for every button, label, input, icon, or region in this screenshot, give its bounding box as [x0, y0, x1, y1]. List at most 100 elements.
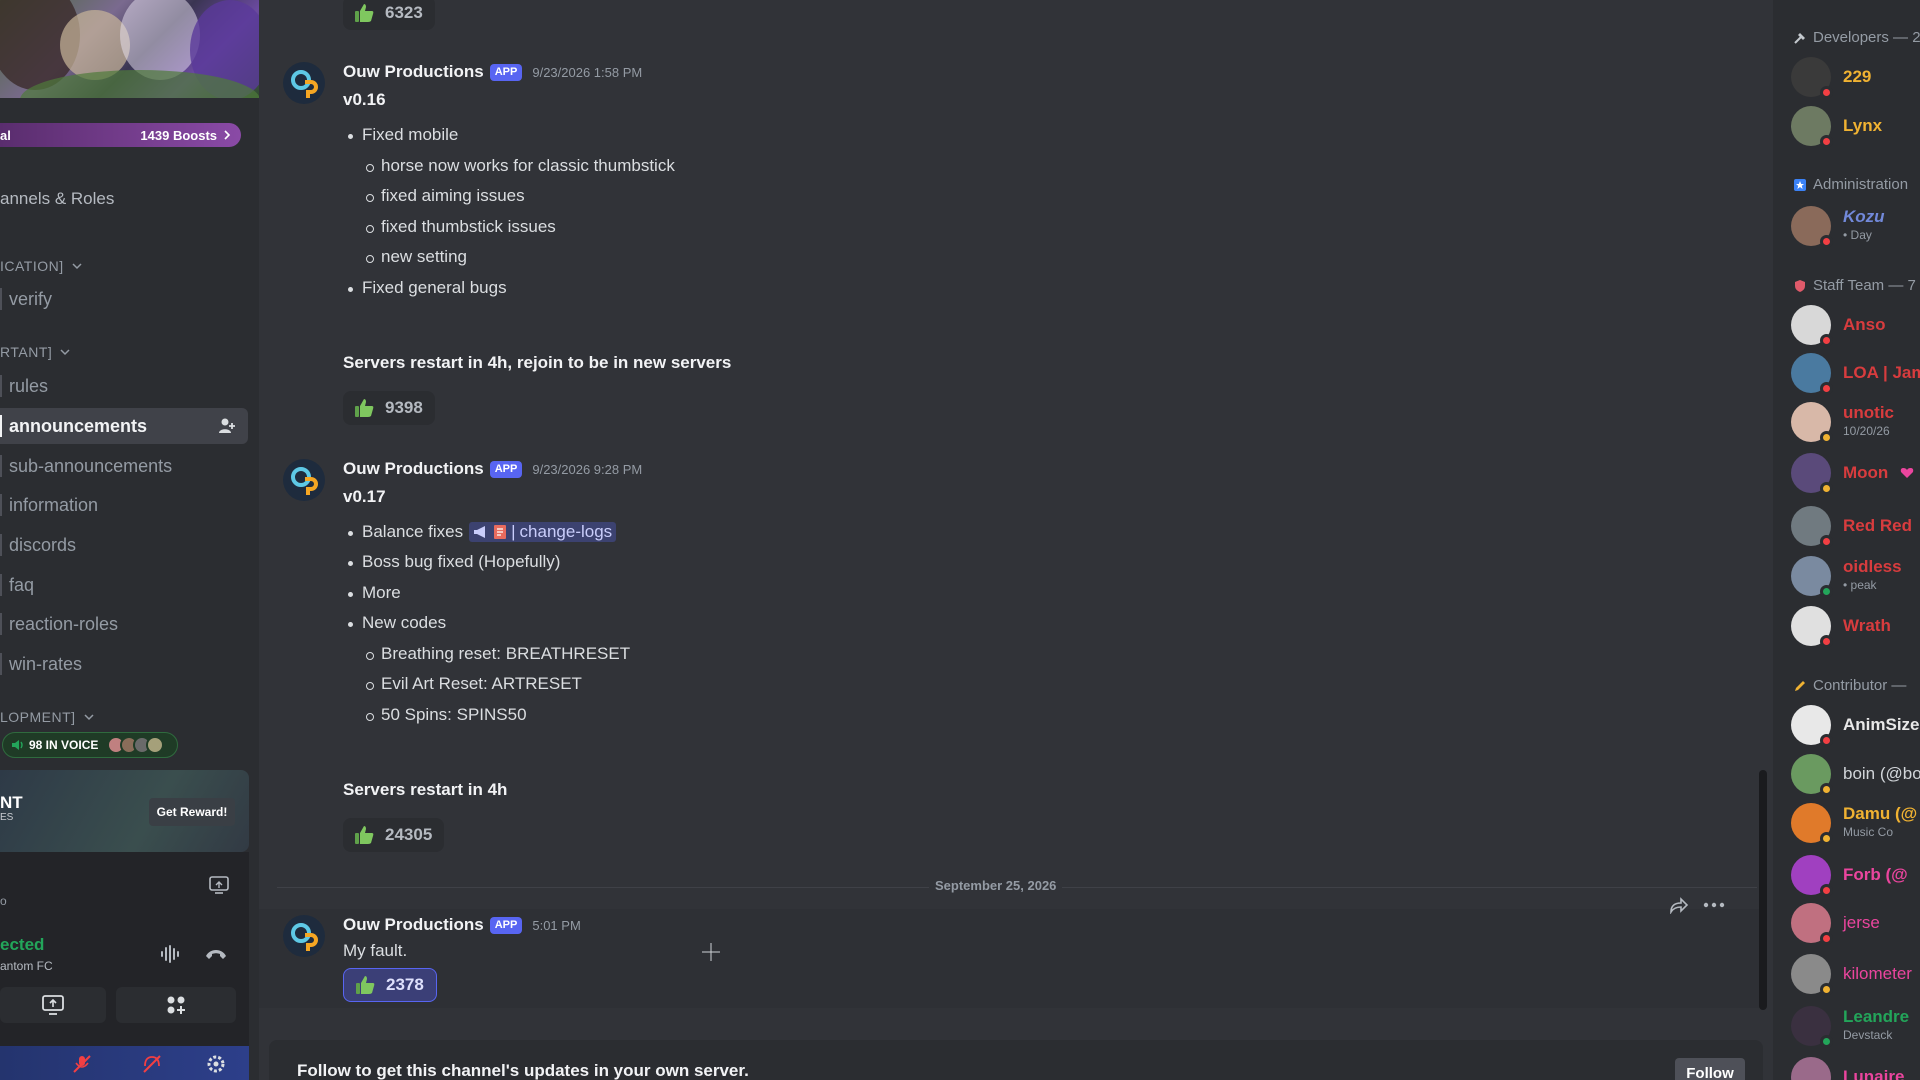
- channel-announcements[interactable]: announcements: [0, 408, 248, 444]
- avatar: [1791, 305, 1833, 347]
- noise-suppression-icon[interactable]: [160, 944, 182, 964]
- screen-share-icon[interactable]: [209, 876, 229, 894]
- member-name: kilometer: [1843, 964, 1912, 983]
- category-label: LOPMENT]: [0, 709, 76, 725]
- discord-window: al 1439 Boosts annels & Roles ICATION] v…: [0, 0, 1920, 1080]
- voice-connected-status[interactable]: ected: [0, 935, 44, 955]
- member-name: Leandre: [1843, 1007, 1910, 1026]
- author-avatar[interactable]: [283, 459, 325, 501]
- channel-reaction-roles[interactable]: reaction-roles: [0, 606, 248, 642]
- timestamp[interactable]: 9/23/2026 1:58 PM: [532, 65, 642, 80]
- channel-faq[interactable]: faq: [0, 567, 248, 603]
- member-name: oidless: [1843, 557, 1902, 576]
- activities-button[interactable]: [116, 987, 236, 1023]
- member-item[interactable]: Forb (@: [1791, 853, 1908, 897]
- member-name: Lunaire: [1843, 1067, 1905, 1080]
- role-header-staff: Staff Team — 7: [1793, 277, 1916, 294]
- version-heading: v0.17: [343, 487, 386, 506]
- channel-win-rates[interactable]: win-rates: [0, 646, 248, 682]
- channel-information[interactable]: information: [0, 487, 248, 523]
- pencil-icon: [1795, 680, 1805, 691]
- member-item[interactable]: unotic 10/20/26: [1791, 400, 1894, 444]
- member-status-text: Devstack: [1843, 1028, 1893, 1042]
- category-important[interactable]: RTANT]: [0, 344, 70, 360]
- chat-scrollbar[interactable]: [1759, 770, 1767, 1010]
- boost-server-name: al: [0, 127, 11, 143]
- role-label: Administration: [1813, 176, 1909, 193]
- member-item[interactable]: LOA | Jam: [1791, 351, 1920, 395]
- voice-count: 98 IN VOICE: [29, 738, 99, 752]
- channel-verify[interactable]: verify: [0, 281, 248, 317]
- follow-button[interactable]: Follow: [1675, 1058, 1745, 1080]
- member-item[interactable]: oidless • peak: [1791, 554, 1902, 598]
- channel-label: reaction-roles: [9, 613, 119, 634]
- author-name[interactable]: Ouw Productions: [343, 915, 484, 935]
- member-item[interactable]: Red Red: [1791, 504, 1912, 548]
- avatar: [1791, 206, 1833, 248]
- channels-and-roles-link[interactable]: annels & Roles: [0, 189, 114, 209]
- deafen-icon[interactable]: [142, 1054, 162, 1074]
- author-avatar[interactable]: [283, 62, 325, 104]
- member-name: AnimSize: [1843, 715, 1920, 734]
- member-item[interactable]: Leandre Devstack: [1791, 1004, 1909, 1048]
- channel-mention[interactable]: | change-logs: [469, 522, 617, 542]
- member-item[interactable]: Damu (@ Music Co: [1791, 801, 1917, 845]
- channel-label: information: [9, 494, 99, 515]
- avatar: [1791, 57, 1833, 99]
- member-item[interactable]: Moon: [1791, 451, 1914, 495]
- category-development[interactable]: LOPMENT]: [0, 709, 94, 725]
- get-reward-button[interactable]: Get Reward!: [149, 798, 235, 826]
- timestamp[interactable]: 9/23/2026 9:28 PM: [532, 462, 642, 477]
- disconnect-icon[interactable]: [204, 946, 228, 962]
- channel-rules[interactable]: rules: [0, 368, 248, 404]
- server-banner[interactable]: [0, 0, 259, 98]
- member-item[interactable]: Anso: [1791, 303, 1886, 347]
- member-item[interactable]: Lunaire: [1791, 1055, 1904, 1080]
- author-avatar[interactable]: [283, 915, 325, 957]
- member-item[interactable]: jerse: [1791, 901, 1880, 945]
- boost-progress[interactable]: al 1439 Boosts: [0, 123, 241, 147]
- member-item[interactable]: 229: [1791, 55, 1871, 99]
- member-item[interactable]: AnimSize: [1791, 703, 1920, 747]
- channel-discords[interactable]: discords: [0, 527, 248, 563]
- reaction-count: 2378: [386, 975, 424, 994]
- megaphone-icon: [474, 526, 486, 538]
- avatar: [1791, 1006, 1833, 1048]
- member-name: Kozu: [1843, 207, 1885, 226]
- forward-icon[interactable]: [1669, 896, 1689, 914]
- author-name[interactable]: Ouw Productions: [343, 62, 484, 82]
- member-item[interactable]: kilometer: [1791, 952, 1912, 996]
- invite-member-icon[interactable]: [218, 417, 236, 435]
- camera-button[interactable]: [0, 987, 106, 1023]
- member-item[interactable]: Wrath: [1791, 604, 1891, 648]
- reaction-thumbs-up-selected[interactable]: 2378: [343, 968, 437, 1002]
- member-item[interactable]: Lynx: [1791, 104, 1882, 148]
- avatar: [1791, 855, 1833, 897]
- member-name: jerse: [1843, 913, 1880, 932]
- timestamp[interactable]: 5:01 PM: [532, 918, 580, 933]
- reward-promo: NT ES Get Reward!: [0, 770, 249, 852]
- reaction-thumbs-up[interactable]: 24305: [343, 818, 445, 852]
- more-options-icon[interactable]: [1703, 902, 1725, 908]
- ouw-logo-icon: [291, 467, 318, 495]
- shield-icon: [1795, 279, 1805, 292]
- mic-muted-icon[interactable]: [72, 1054, 92, 1074]
- reaction-thumbs-up[interactable]: 9398: [343, 391, 435, 425]
- author-name[interactable]: Ouw Productions: [343, 459, 484, 479]
- promo-title: NT: [0, 793, 23, 812]
- member-item[interactable]: Kozu • Day: [1791, 204, 1885, 248]
- in-voice-indicator[interactable]: 98 IN VOICE: [2, 732, 178, 758]
- list-item: Evil Art Reset: ARTRESET: [366, 674, 582, 693]
- list-item: Breathing reset: BREATHRESET: [365, 644, 631, 663]
- list-item: New codes: [347, 613, 447, 632]
- voice-server-name[interactable]: antom FC: [0, 959, 53, 973]
- activities-icon: [167, 996, 185, 1014]
- member-item[interactable]: boin (@bo: [1791, 752, 1920, 796]
- reaction-thumbs-up[interactable]: 6323: [343, 0, 435, 30]
- channel-label: sub-announcements: [9, 455, 173, 476]
- category-notification[interactable]: ICATION]: [0, 258, 82, 274]
- crosshair-cursor-icon: [702, 943, 720, 961]
- channel-sub-announcements[interactable]: sub-announcements: [0, 448, 248, 484]
- settings-gear-icon[interactable]: [205, 1053, 227, 1075]
- avatar: [1791, 954, 1833, 996]
